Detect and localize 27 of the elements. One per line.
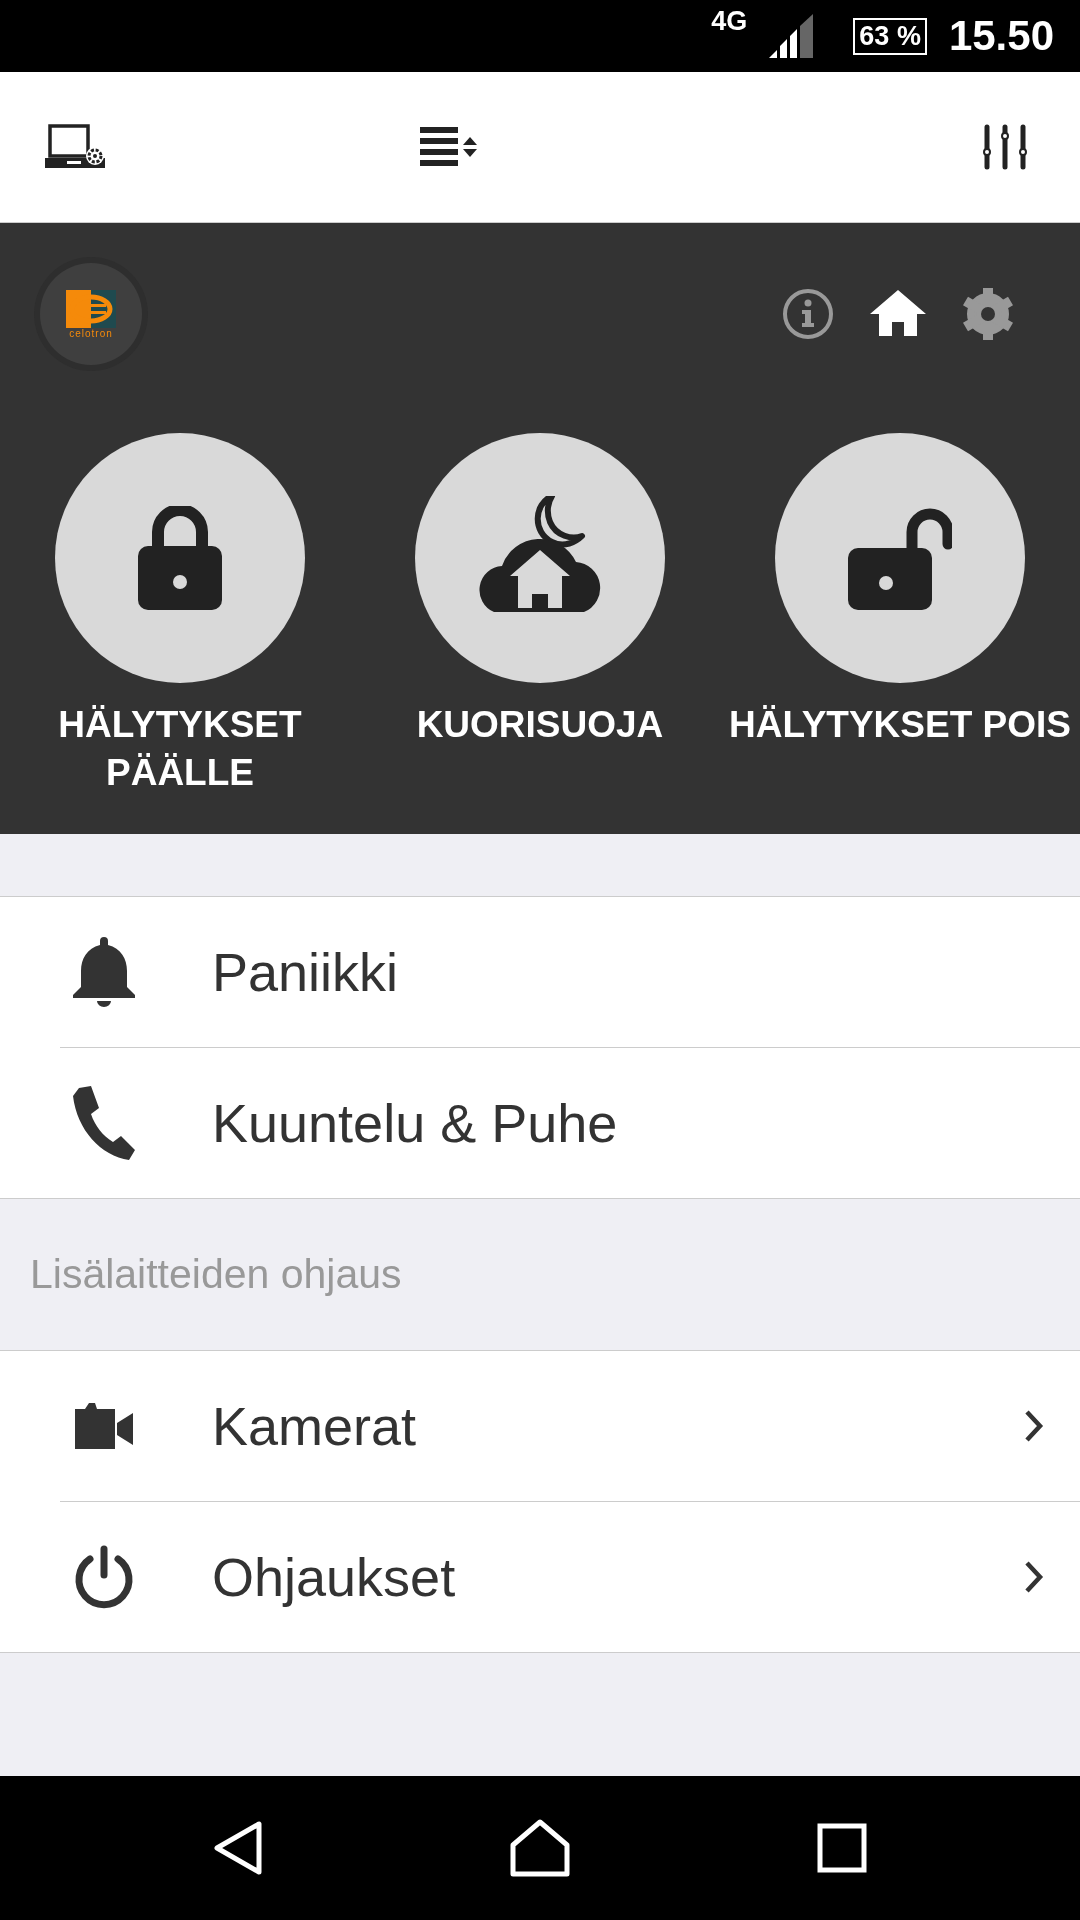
bell-icon — [73, 937, 135, 1007]
mode-label: HÄLYTYKSET PÄÄLLE — [57, 703, 303, 795]
phone-icon — [73, 1086, 135, 1160]
back-icon[interactable] — [213, 1820, 264, 1876]
power-icon — [74, 1545, 134, 1609]
open-lock-icon — [848, 506, 952, 610]
lock-icon — [138, 506, 222, 610]
section-title: Lisälaitteiden ohjaus — [30, 1251, 402, 1298]
laptop-gear-icon[interactable] — [45, 124, 105, 170]
home-icon[interactable] — [510, 1819, 570, 1877]
list-item[interactable]: Kuuntelu & Puhe — [60, 1048, 1080, 1198]
mode-label: KUORISUOJA — [415, 703, 665, 747]
home-icon[interactable] — [870, 290, 926, 338]
sliders-icon[interactable] — [983, 124, 1027, 170]
list-item[interactable]: Paniikki — [60, 897, 1080, 1048]
recent-apps-icon[interactable] — [816, 1823, 867, 1873]
signal-icon — [769, 14, 814, 58]
settings-icon[interactable] — [962, 288, 1014, 340]
list-item[interactable]: Ohjaukset — [60, 1502, 1080, 1652]
mode-label: HÄLYTYKSET POIS — [728, 703, 1072, 747]
list-item[interactable]: Kamerat — [60, 1351, 1080, 1502]
list-sort-icon[interactable] — [420, 127, 478, 167]
video-camera-icon — [75, 1403, 133, 1449]
clock: 15.50 — [948, 12, 1054, 60]
network-type: 4G — [711, 6, 748, 37]
battery-level: 63 % — [853, 17, 927, 55]
info-icon[interactable] — [782, 288, 834, 340]
